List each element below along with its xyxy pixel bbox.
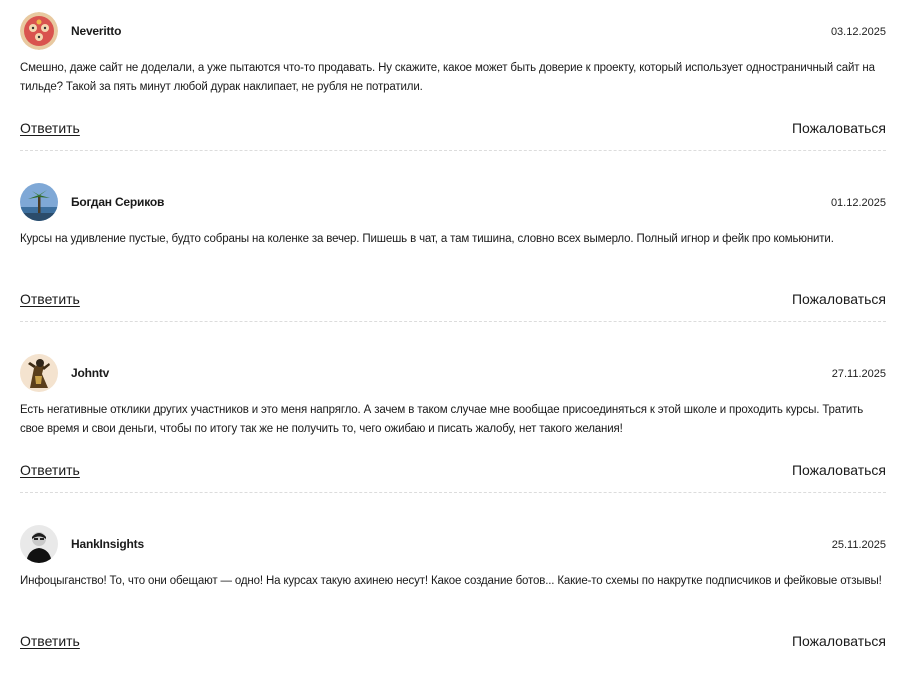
comment-header: Богдан Сериков 01.12.2025 (20, 183, 886, 221)
comment-item: Богдан Сериков 01.12.2025 Курсы на удивл… (20, 183, 886, 354)
comment-date: 01.12.2025 (830, 197, 886, 209)
comment-date: 27.11.2025 (831, 368, 886, 380)
comment-text: Инфоцыганство! То, что они обещают — одн… (20, 575, 882, 587)
comment-item: HankInsights 25.11.2025 Инфоцыганство! Т… (20, 525, 886, 696)
comment-text: Смешно, даже сайт не доделали, а уже пыт… (20, 62, 875, 93)
report-link[interactable]: Пожаловаться (792, 461, 886, 479)
palm-tree-avatar-icon (20, 183, 58, 221)
report-link[interactable]: Пожаловаться (792, 119, 886, 137)
comment-item: Neveritto 03.12.2025 Смешно, даже сайт н… (20, 12, 886, 183)
comment-header: Neveritto 03.12.2025 (20, 12, 886, 50)
reply-link[interactable]: Ответить (20, 632, 80, 650)
comment-header: HankInsights 25.11.2025 (20, 525, 886, 563)
figure-avatar-icon (20, 354, 58, 392)
cartoon-avatar-icon (20, 12, 58, 50)
reply-link[interactable]: Ответить (20, 461, 80, 479)
divider (20, 150, 886, 151)
comments-list: Neveritto 03.12.2025 Смешно, даже сайт н… (0, 0, 899, 654)
comment-author: Neveritto (71, 24, 122, 38)
reply-link[interactable]: Ответить (20, 119, 80, 137)
reply-link[interactable]: Ответить (20, 290, 80, 308)
comment-author: Johntv (71, 366, 110, 380)
comment-text: Курсы на удивление пустые, будто собраны… (20, 233, 834, 245)
comment-author: Богдан Сериков (71, 195, 165, 209)
comment-date: 25.11.2025 (831, 539, 886, 551)
comment-header: Johntv 27.11.2025 (20, 354, 886, 392)
divider (20, 492, 886, 493)
comment-author: HankInsights (71, 537, 144, 551)
comment-text: Есть негативные отклики других участнико… (20, 404, 864, 435)
person-photo-avatar-icon (20, 525, 58, 563)
comment-date: 03.12.2025 (830, 26, 886, 38)
report-link[interactable]: Пожаловаться (792, 632, 886, 650)
report-link[interactable]: Пожаловаться (792, 290, 886, 308)
comment-item: Johntv 27.11.2025 Есть негативные отклик… (20, 354, 886, 525)
divider (20, 321, 886, 322)
